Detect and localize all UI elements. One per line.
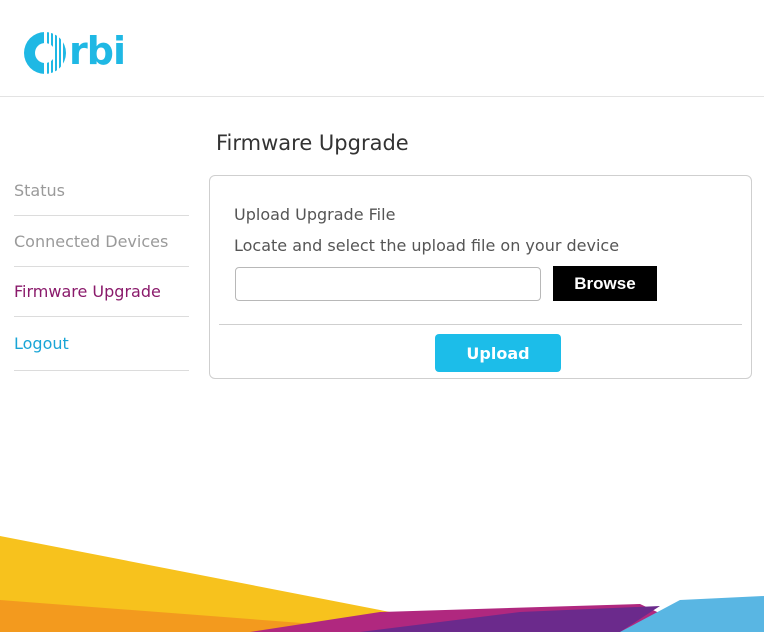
sidebar-item-status[interactable]: Status [14, 166, 189, 216]
page-title: Firmware Upgrade [216, 131, 409, 155]
footer-blue-band [620, 596, 764, 632]
footer-magenta-band [250, 604, 700, 632]
upload-button[interactable]: Upload [435, 334, 561, 372]
sidebar-item-firmware-upgrade[interactable]: Firmware Upgrade [14, 267, 189, 317]
footer-yellow-band [0, 536, 490, 632]
footer-purple-band [360, 606, 660, 632]
upload-description: Locate and select the upload file on you… [234, 236, 620, 255]
logo-wordmark: rbi [69, 29, 126, 73]
browse-button[interactable]: Browse [553, 266, 657, 301]
panel-divider [219, 324, 742, 325]
sidebar-item-logout[interactable]: Logout [14, 317, 189, 371]
orbi-logo-icon [24, 30, 66, 76]
footer-orange-band [0, 600, 420, 632]
sidebar-item-connected-devices[interactable]: Connected Devices [14, 216, 189, 267]
file-path-input[interactable] [235, 267, 541, 301]
header-bar: rbi [0, 0, 764, 97]
sidebar-nav: Status Connected Devices Firmware Upgrad… [14, 166, 189, 371]
upload-title: Upload Upgrade File [234, 205, 396, 224]
upload-panel: Upload Upgrade File Locate and select th… [209, 175, 752, 379]
orbi-logo: rbi [22, 28, 126, 78]
